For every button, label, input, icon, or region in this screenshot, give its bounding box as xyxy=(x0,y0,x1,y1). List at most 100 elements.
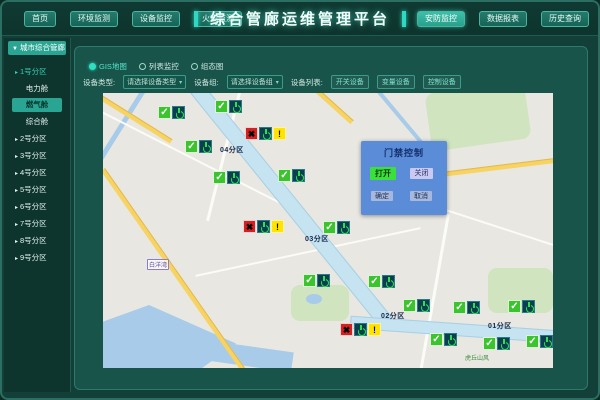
dialog-ok-button[interactable]: 确定 xyxy=(371,191,393,201)
sidebar-item-label: 1号分区 xyxy=(20,67,47,76)
nav-button-数据报表[interactable]: 数据报表 xyxy=(479,11,527,27)
sidebar-item-label: 5号分区 xyxy=(20,185,47,194)
check-icon[interactable]: ✓ xyxy=(213,171,226,184)
sidebar-item-燃气舱[interactable]: 燃气舱 xyxy=(12,98,62,112)
power-icon[interactable] xyxy=(382,275,395,288)
x-icon[interactable]: ✖ xyxy=(340,323,353,336)
nav-button-环境监测[interactable]: 环境监测 xyxy=(70,11,118,27)
power-icon[interactable] xyxy=(172,106,185,119)
sidebar-item-7号分区[interactable]: ▸7号分区 xyxy=(4,215,70,232)
x-icon[interactable]: ✖ xyxy=(245,127,258,140)
check-icon[interactable]: ✓ xyxy=(453,301,466,314)
device-marker-ok[interactable]: ✓ xyxy=(303,274,330,287)
power-icon[interactable] xyxy=(417,299,430,312)
check-icon[interactable]: ✓ xyxy=(215,100,228,113)
device-filter-button-控制设备[interactable]: 控制设备 xyxy=(423,75,461,89)
chevron-down-icon: ▾ xyxy=(276,80,279,86)
device-filter-button-开关设备[interactable]: 开关设备 xyxy=(331,75,369,89)
sidebar-item-9号分区[interactable]: ▸9号分区 xyxy=(4,249,70,266)
power-icon[interactable] xyxy=(337,221,350,234)
device-marker-alarm[interactable]: ✖! xyxy=(340,323,381,336)
power-icon[interactable] xyxy=(444,333,457,346)
power-icon[interactable] xyxy=(522,300,535,313)
filter-select-1[interactable]: 请选择设备组▾ xyxy=(227,75,283,89)
warning-icon[interactable]: ! xyxy=(368,323,381,336)
device-marker-ok[interactable]: ✓ xyxy=(323,221,350,234)
view-mode-label: GIS地图 xyxy=(99,61,127,72)
nav-button-历史查询[interactable]: 历史查询 xyxy=(541,11,589,27)
device-marker-ok[interactable]: ✓ xyxy=(278,169,305,182)
map-zone-label: 04分区 xyxy=(220,145,244,155)
device-filter-button-变量设备[interactable]: 变量设备 xyxy=(377,75,415,89)
device-marker-ok[interactable]: ✓ xyxy=(185,140,212,153)
door-close-button[interactable]: 关闭 xyxy=(410,168,433,179)
power-icon[interactable] xyxy=(199,140,212,153)
sidebar-item-5号分区[interactable]: ▸5号分区 xyxy=(4,181,70,198)
view-mode-组态图[interactable]: 组态图 xyxy=(191,61,224,72)
radio-icon xyxy=(89,63,96,70)
power-icon[interactable] xyxy=(497,337,510,350)
check-icon[interactable]: ✓ xyxy=(526,335,539,348)
device-marker-ok[interactable]: ✓ xyxy=(430,333,457,346)
sidebar-item-电力舱[interactable]: 电力舱 xyxy=(4,80,70,97)
check-icon[interactable]: ✓ xyxy=(483,337,496,350)
sidebar-item-6号分区[interactable]: ▸6号分区 xyxy=(4,198,70,215)
check-icon[interactable]: ✓ xyxy=(278,169,291,182)
view-mode-列表监控[interactable]: 列表监控 xyxy=(139,61,179,72)
check-icon[interactable]: ✓ xyxy=(323,221,336,234)
check-icon[interactable]: ✓ xyxy=(303,274,316,287)
app-window: 首页环境监测设备监控火灾监测 综合管廊运维管理平台 安防监控数据报表历史查询用户… xyxy=(0,0,600,400)
power-icon[interactable] xyxy=(292,169,305,182)
sidebar-item-1号分区[interactable]: ▸1号分区 xyxy=(4,63,70,80)
device-marker-ok[interactable]: ✓ xyxy=(483,337,510,350)
device-marker-ok[interactable]: ✓ xyxy=(508,300,535,313)
chevron-expand-icon: ▸ xyxy=(15,70,18,76)
nav-button-安防监控[interactable]: 安防监控 xyxy=(417,11,465,27)
map-zone-label: 03分区 xyxy=(305,234,329,244)
filter-select-0[interactable]: 请选择设备类型▾ xyxy=(123,75,186,89)
device-marker-ok[interactable]: ✓ xyxy=(213,171,240,184)
power-icon[interactable] xyxy=(257,220,270,233)
power-icon[interactable] xyxy=(467,301,480,314)
check-icon[interactable]: ✓ xyxy=(185,140,198,153)
power-icon[interactable] xyxy=(540,335,553,348)
sidebar-item-3号分区[interactable]: ▸3号分区 xyxy=(4,147,70,164)
device-marker-ok[interactable]: ✓ xyxy=(215,100,242,113)
sidebar-item-label: 7号分区 xyxy=(20,219,47,228)
device-marker-alarm[interactable]: ✖! xyxy=(245,127,286,140)
device-marker-ok[interactable]: ✓ xyxy=(526,335,553,348)
power-icon[interactable] xyxy=(354,323,367,336)
device-marker-ok[interactable]: ✓ xyxy=(453,301,480,314)
check-icon[interactable]: ✓ xyxy=(508,300,521,313)
power-icon[interactable] xyxy=(227,171,240,184)
device-marker-ok[interactable]: ✓ xyxy=(158,106,185,119)
dialog-cancel-button[interactable]: 取消 xyxy=(410,191,432,201)
chevron-down-icon: ▼ xyxy=(12,46,18,52)
sidebar-item-8号分区[interactable]: ▸8号分区 xyxy=(4,232,70,249)
device-marker-ok[interactable]: ✓ xyxy=(368,275,395,288)
x-icon[interactable]: ✖ xyxy=(243,220,256,233)
check-icon[interactable]: ✓ xyxy=(430,333,443,346)
warning-icon[interactable]: ! xyxy=(271,220,284,233)
power-icon[interactable] xyxy=(259,127,272,140)
check-icon[interactable]: ✓ xyxy=(158,106,171,119)
sidebar-item-2号分区[interactable]: ▸2号分区 xyxy=(4,130,70,147)
sidebar-item-4号分区[interactable]: ▸4号分区 xyxy=(4,164,70,181)
map-canvas[interactable]: ✓✓✓✓✓✓✓✓✓✓✓✓✓✓✖!✖!✖!04分区03分区02分区01分区白洋湾虎… xyxy=(103,93,553,368)
power-icon[interactable] xyxy=(317,274,330,287)
sidebar-root-node[interactable]: ▼城市综合管廊 xyxy=(8,41,66,55)
nav-button-火灾监测[interactable]: 火灾监测 xyxy=(194,11,242,27)
nav-button-首页[interactable]: 首页 xyxy=(24,11,56,27)
filter-label: 设备类型: xyxy=(83,77,115,88)
power-icon[interactable] xyxy=(229,100,242,113)
sidebar-item-综合舱[interactable]: 综合舱 xyxy=(4,113,70,130)
device-marker-ok[interactable]: ✓ xyxy=(403,299,430,312)
view-mode-GIS地图[interactable]: GIS地图 xyxy=(89,61,127,72)
device-marker-alarm[interactable]: ✖! xyxy=(243,220,284,233)
check-icon[interactable]: ✓ xyxy=(403,299,416,312)
nav-button-设备监控[interactable]: 设备监控 xyxy=(132,11,180,27)
warning-icon[interactable]: ! xyxy=(273,127,286,140)
check-icon[interactable]: ✓ xyxy=(368,275,381,288)
chevron-right-icon: ▸ xyxy=(15,188,18,194)
door-open-button[interactable]: 打开 xyxy=(370,167,396,180)
